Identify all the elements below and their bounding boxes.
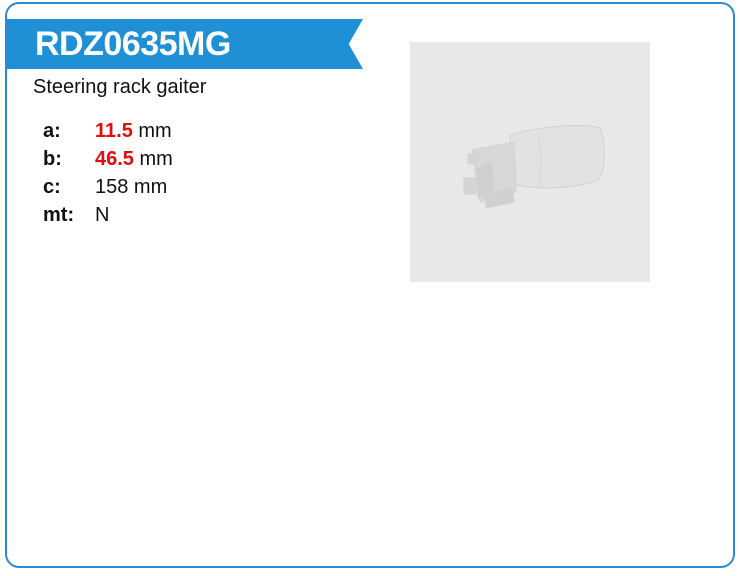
spec-label-a: a:: [43, 119, 61, 142]
spec-unit-c: mm: [128, 175, 168, 198]
spec-row-b: b: 46.5 mm: [35, 145, 173, 173]
spec-number-mt: N: [95, 203, 110, 226]
steering-rack-gaiter-image: [410, 42, 650, 282]
spec-unit-b: mm: [133, 147, 173, 170]
spec-number-b: 46.5: [95, 147, 134, 170]
spec-label-mt: mt:: [43, 203, 75, 226]
product-card: RDZ0635MG Steering rack gaiter a: 11.5 m…: [5, 2, 735, 568]
spec-row-a: a: 11.5 mm: [35, 117, 173, 145]
spec-unit-a: mm: [132, 119, 172, 142]
product-code-banner: RDZ0635MG: [7, 19, 363, 69]
spec-value-a: 11.5 mm: [95, 117, 173, 145]
product-code: RDZ0635MG: [35, 25, 231, 63]
gaiter-illustration: [463, 125, 605, 209]
spec-row-c: c: 158 mm: [35, 173, 173, 201]
spec-label-b: b:: [43, 147, 62, 170]
product-description: Steering rack gaiter: [33, 76, 207, 98]
spec-value-b: 46.5 mm: [95, 145, 173, 173]
spec-label-c: c:: [43, 175, 61, 198]
spec-number-a: 11.5: [95, 119, 133, 142]
spec-table: a: 11.5 mm b: 46.5 mm c: 158 mm mt: N: [35, 117, 173, 229]
spec-number-c: 158: [95, 175, 129, 198]
spec-value-c: 158 mm: [95, 173, 173, 201]
spec-row-mt: mt: N: [35, 201, 173, 229]
spec-value-mt: N: [95, 201, 173, 229]
